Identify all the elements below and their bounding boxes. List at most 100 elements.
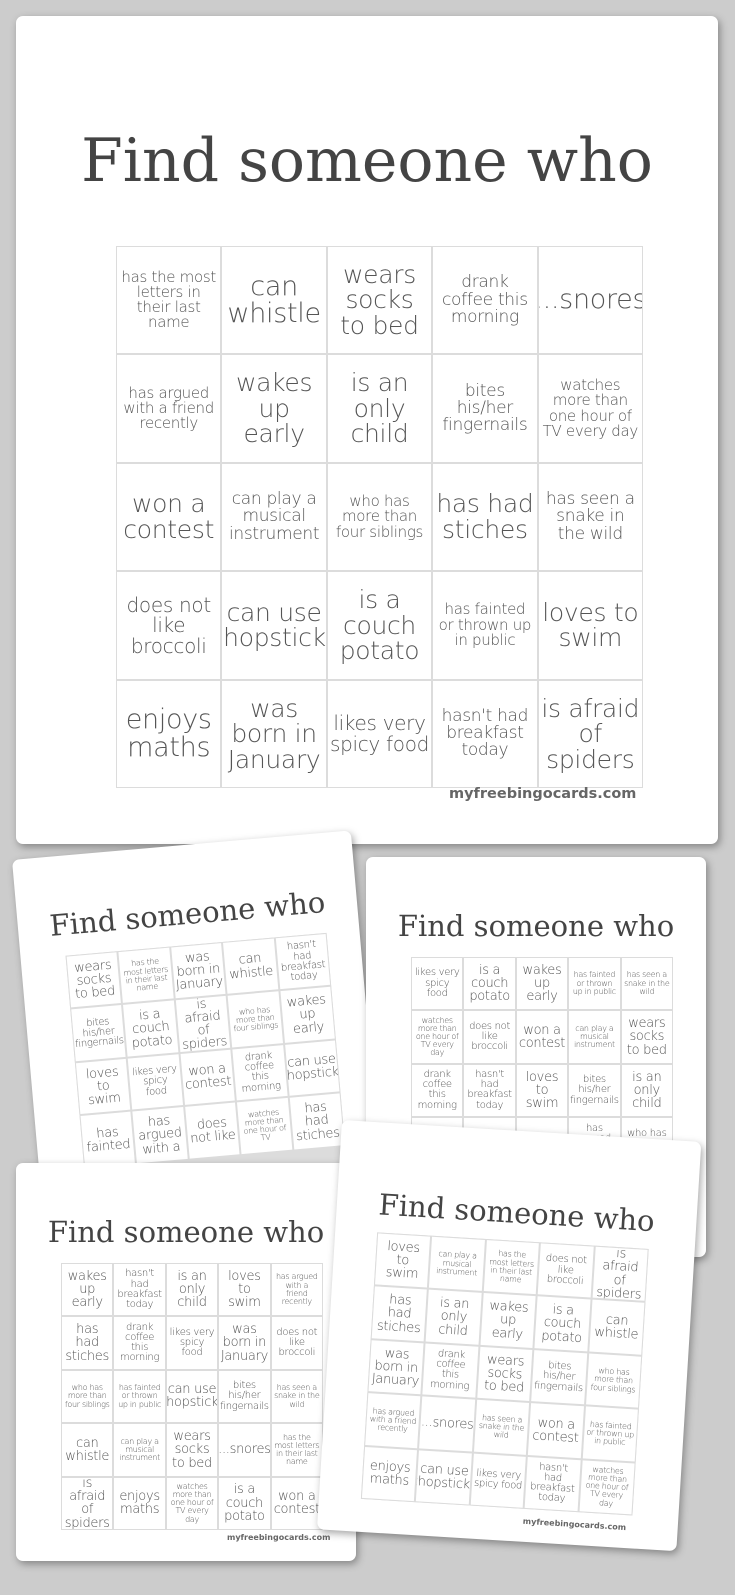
bingo-cell: has had stiches <box>433 463 537 571</box>
bingo-cell: wakes up early <box>516 958 568 1010</box>
bingo-cell: can use chopsticks <box>416 1449 472 1505</box>
bingo-cell: can play a musical instrument <box>222 463 326 571</box>
bingo-cell: can play a musical instrument <box>569 1011 620 1063</box>
bingo-cell: watches more than one hour of TV every d… <box>166 1477 218 1529</box>
bingo-cell: is afraid of spiders <box>175 996 231 1052</box>
bingo-cell: who has more than four siblings <box>327 463 432 571</box>
preview-card-4: Find someone who loves to swim can play a… <box>316 1120 702 1552</box>
bingo-cell: is afraid of spiders <box>592 1246 648 1302</box>
bingo-cell: does not like broccoli <box>537 1243 594 1298</box>
bingo-cell: is an only child <box>327 355 432 462</box>
card-title: Find someone who <box>81 126 653 196</box>
bingo-cell: wears socks to bed <box>166 1424 218 1476</box>
bingo-cell: hasn't had breakfast today <box>464 1064 515 1117</box>
bingo-cell: hasn't had breakfast today <box>114 1264 165 1316</box>
bingo-cell: is a couch potato <box>327 572 432 679</box>
bingo-cell: has had stiches <box>62 1317 113 1369</box>
bingo-cell: has the most letters in their last name <box>117 247 221 354</box>
bingo-cell: watches more than one hour of TV <box>237 1098 292 1154</box>
bingo-cell: loves to swim <box>75 1058 131 1115</box>
bingo-cell: won a contest <box>271 1477 322 1529</box>
bingo-cell: is an only child <box>166 1264 218 1316</box>
bingo-cell: has the most letters in their last name <box>271 1424 322 1476</box>
bingo-cell: bites his/her fingernails <box>433 355 537 462</box>
bingo-cell: won a contest <box>516 1011 568 1063</box>
bingo-cell: loves to swim <box>375 1233 431 1288</box>
bingo-cell: has fainted or thrown up in public <box>582 1406 638 1462</box>
bingo-cell: has argued with a friend recently <box>365 1393 421 1448</box>
site-watermark: myfreebingocards.com <box>227 1533 331 1542</box>
bingo-cell: enjoys maths <box>114 1477 165 1529</box>
bingo-cell: was born in January <box>219 1317 270 1369</box>
bingo-cell: hasn't had breakfast today <box>275 933 331 990</box>
card-title: Find someone who <box>47 1215 325 1249</box>
bingo-cell: watches more than one hour of TV every d… <box>579 1459 635 1515</box>
bingo-grid: wakes up early hasn't had breakfast today… <box>61 1263 323 1530</box>
bingo-cell: is an only child <box>426 1290 482 1345</box>
bingo-cell: does not like broccoli <box>464 1011 515 1063</box>
bingo-cell: can whistle <box>223 938 278 995</box>
bingo-cell: has had stiches <box>289 1093 345 1150</box>
bingo-cell: likes very spicy food <box>128 1054 183 1110</box>
bingo-cell: won a contest <box>528 1403 584 1458</box>
bingo-cell: does not like broccoli <box>117 572 221 679</box>
bingo-cell: enjoys maths <box>117 680 221 787</box>
bingo-cell: has the most letters in their last name <box>118 947 174 1004</box>
bingo-cell: drank coffee this morning <box>232 1044 288 1101</box>
bingo-cell: wears socks to bed <box>327 247 432 354</box>
bingo-cell: loves to swim <box>219 1264 270 1316</box>
bingo-cell: wears socks to bed <box>621 1011 672 1063</box>
bingo-cell: wears socks to bed <box>66 952 122 1008</box>
bingo-cell: can use chopsticks <box>284 1040 340 1096</box>
bingo-cell: was born in January <box>171 943 226 999</box>
bingo-cell: likes very spicy food <box>470 1453 526 1508</box>
bingo-cell: hasn't had breakfast today <box>524 1456 581 1512</box>
bingo-cell: is afraid of spiders <box>538 680 642 787</box>
bingo-cell: can play a musical instrument <box>114 1424 165 1476</box>
bingo-cell: has seen a snake in the wild <box>473 1399 530 1455</box>
bingo-cell: likes very spicy food <box>166 1317 218 1369</box>
bingo-cell: is a couch potato <box>123 1000 179 1057</box>
bingo-cell: is a couch potato <box>464 958 515 1010</box>
bingo-cell: has argued with a friend recently <box>117 355 221 462</box>
bingo-cell: wakes up early <box>62 1264 113 1316</box>
bingo-cell: has fainted or thrown up in public <box>569 958 620 1010</box>
bingo-cell: won a contest <box>180 1049 236 1106</box>
bingo-cell: wakes up early <box>280 987 335 1043</box>
bingo-cell: has argued with a friend recently <box>271 1264 322 1316</box>
bingo-cell: has had stiches <box>371 1286 428 1342</box>
bingo-cell: who has more than four siblings <box>62 1370 113 1423</box>
bingo-cell: who has more than four siblings <box>585 1353 642 1408</box>
bingo-cell: ...snores <box>219 1424 270 1476</box>
bingo-cell: likes very spicy food <box>327 680 432 787</box>
bingo-cell: enjoys maths <box>361 1446 418 1502</box>
bingo-cell: is an only child <box>621 1064 672 1117</box>
card-title: Find someone who <box>397 909 675 943</box>
bingo-cell: has fainted <box>80 1111 136 1168</box>
bingo-cell: has argued with a <box>132 1107 188 1163</box>
bingo-cell: loves to swim <box>516 1064 568 1117</box>
bingo-cell: does not like <box>184 1102 240 1159</box>
bingo-cell: watches more than one hour of TV every d… <box>538 355 642 462</box>
bingo-cell: has fainted or thrown up in public <box>114 1370 165 1423</box>
bingo-cell: drank coffee this morning <box>114 1317 165 1369</box>
bingo-cell: ...snores <box>538 247 642 354</box>
bingo-cell: was born in January <box>222 680 326 787</box>
bingo-cell: has seen a snake in the wild <box>271 1370 322 1423</box>
bingo-cell: has seen a snake in the wild <box>621 958 672 1010</box>
bingo-cell: is afraid of spiders <box>62 1477 113 1529</box>
bingo-cell: bites his/her fingernails <box>569 1064 620 1117</box>
bingo-cell: is a couch potato <box>219 1477 270 1529</box>
bingo-cell: has fainted or thrown up in public <box>433 572 537 679</box>
bingo-cell: does not like broccoli <box>271 1317 322 1369</box>
bingo-cell: can whistle <box>222 247 326 354</box>
bingo-cell: won a contest <box>117 463 221 571</box>
bingo-cell: hasn't had breakfast today <box>433 680 537 787</box>
site-watermark: myfreebingocards.com <box>449 786 637 802</box>
bingo-cell: drank coffee this morning <box>422 1343 479 1398</box>
bingo-cell: can whistle <box>62 1424 113 1476</box>
bingo-cell: drank coffee this morning <box>433 247 537 354</box>
bingo-cell: has the most letters in their last name <box>483 1240 540 1295</box>
bingo-cell: who has more than four siblings <box>227 991 283 1048</box>
bingo-cell: can play a musical instrument <box>429 1236 485 1292</box>
